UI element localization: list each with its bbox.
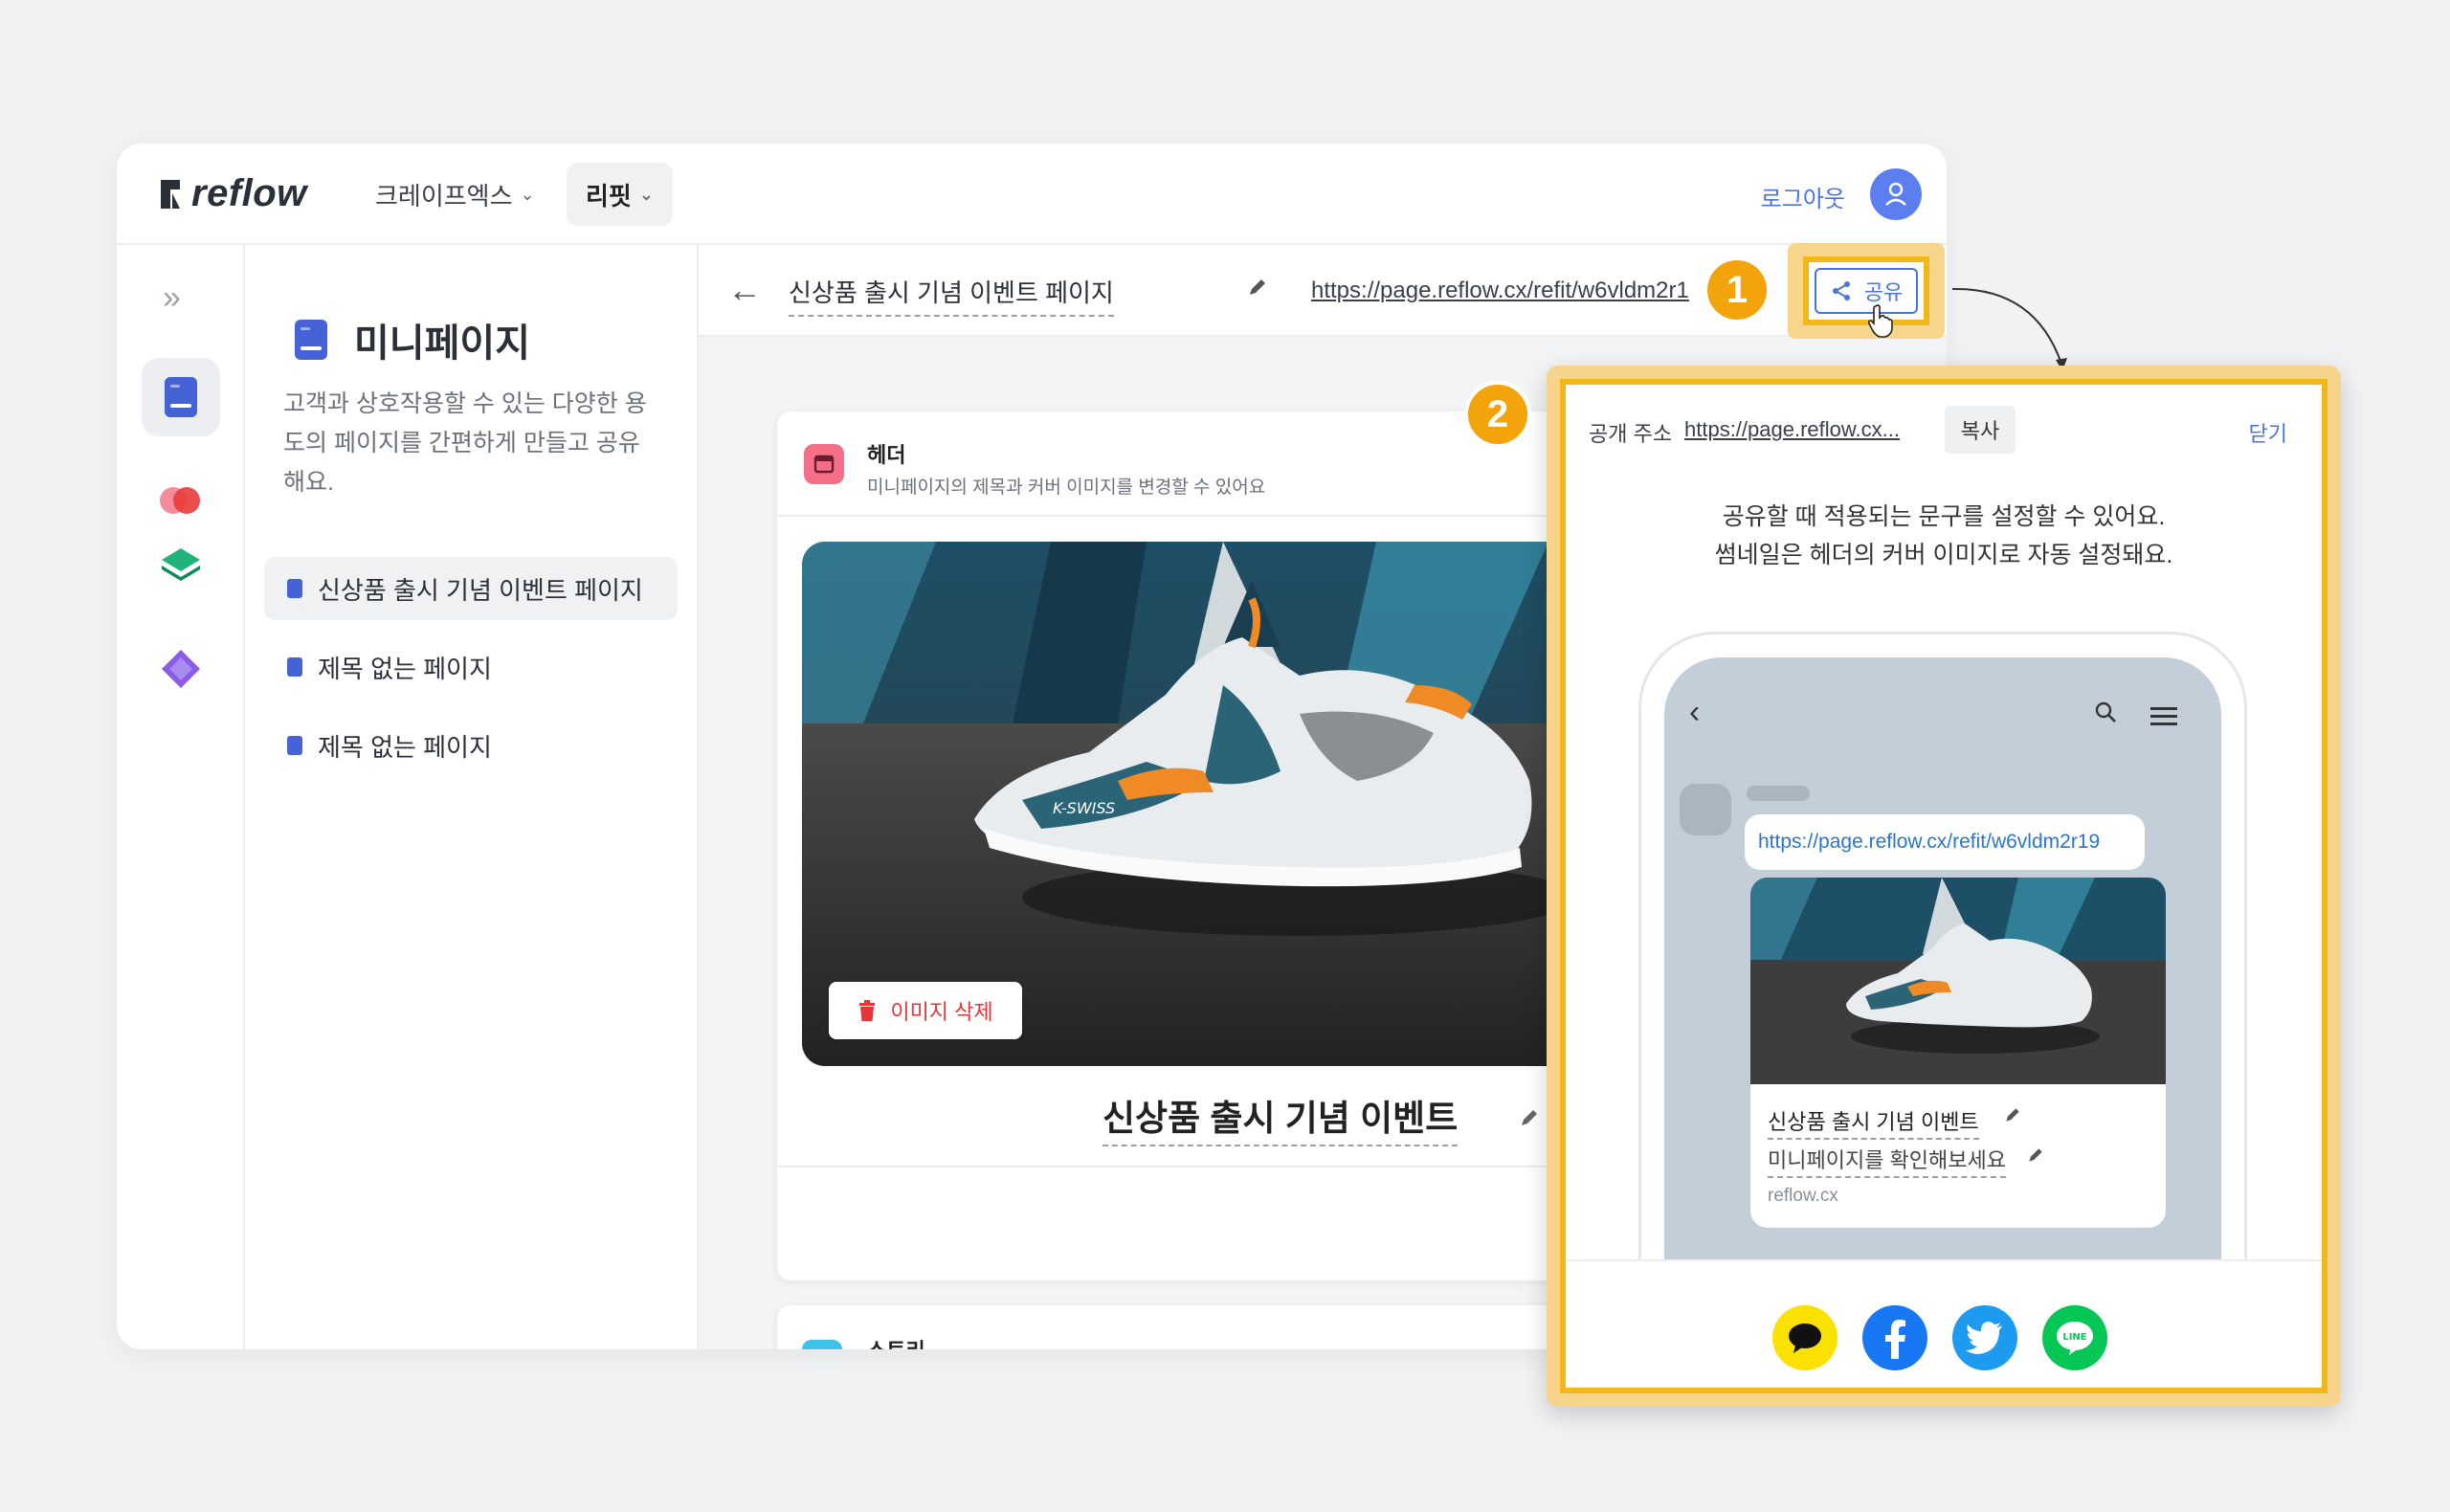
delete-image-label: 이미지 삭제 [890,1000,993,1024]
top-bar: reflow 크레이프엑스 ⌄ 리핏 ⌄ 로그아웃 [117,144,1947,245]
step-number: 2 [1486,392,1509,435]
user-icon [1885,182,1906,206]
line-share-button[interactable]: LINE [2042,1305,2107,1370]
overlap-circles-icon [160,487,200,514]
thumbnail-image [1750,878,2166,1084]
section-title: 스토리 [867,1334,925,1349]
close-button[interactable]: 닫기 [2249,417,2287,448]
panel-header: 미니페이지 [293,312,530,367]
delete-image-button[interactable]: 이미지 삭제 [829,982,1022,1039]
line-icon: LINE [2057,1322,2093,1355]
workspace-dropdown[interactable]: 크레이프엑스 ⌄ [356,163,554,226]
chevron-down-icon: ⌄ [638,184,654,204]
page-list-item-label: 신상품 출시 기념 이벤트 페이지 [318,575,643,605]
copy-button[interactable]: 복사 [1945,406,2016,454]
page-list-item[interactable]: 신상품 출시 기념 이벤트 페이지 [264,557,678,620]
trash-icon [859,1000,876,1021]
chat-name-placeholder [1747,786,1810,801]
brand-name: reflow [191,172,307,214]
page-list-item[interactable]: 제목 없는 페이지 [264,635,678,699]
page-list-item-label: 제목 없는 페이지 [318,732,492,762]
pencil-icon[interactable] [1246,276,1269,299]
hand-cursor-icon [1867,304,1893,338]
logout-link[interactable]: 로그아웃 [1761,180,1845,213]
menu-icon [2150,707,2177,725]
kakaotalk-share-button[interactable] [1772,1305,1838,1370]
window-icon [813,455,835,474]
icon-rail: » [117,245,245,1349]
side-panel: 미니페이지 고객과 상호작용할 수 있는 다양한 용도의 페이지를 간편하게 만… [245,245,699,1349]
book-icon [295,320,327,360]
share-icon [1832,281,1850,300]
layers-icon [162,548,200,581]
book-icon [287,579,302,598]
book-icon [165,377,197,417]
page-url-link[interactable]: https://page.reflow.cx/refit/w6vldm2r1 [1311,278,1689,304]
cover-title[interactable]: 신상품 출시 기념 이벤트 [1102,1089,1459,1146]
twitter-share-button[interactable] [1952,1305,2017,1370]
share-label: 공유 [1863,280,1904,304]
connector-arrow [1951,287,2067,371]
description-line: 공유할 때 적용되는 문구를 설정할 수 있어요. [1722,503,2166,530]
diamond-icon [162,650,200,688]
facebook-share-button[interactable] [1862,1305,1927,1370]
step-number: 1 [1726,268,1748,311]
chevron-left-icon: ‹ [1689,694,1701,730]
rail-item-layers[interactable] [142,524,220,603]
pencil-icon[interactable] [2026,1145,2045,1165]
story-section-icon [802,1340,842,1349]
panel-description: 고객과 상호작용할 수 있는 다양한 용도의 페이지를 간편하게 만들고 공유해… [283,390,647,496]
kakaotalk-icon [1789,1323,1821,1353]
pencil-icon[interactable] [2003,1105,2022,1124]
workspace-label: 크레이프엑스 [375,181,513,211]
preview-link[interactable]: https://page.reflow.cx/refit/w6vldm2r19 [1758,831,2100,854]
sns-share-bar: LINE [1566,1259,2322,1388]
public-address-label: 공개 주소 [1589,422,1673,446]
step-badge-1: 1 [1704,256,1771,323]
product-dropdown[interactable]: 리핏 ⌄ [567,163,673,226]
step-badge-2: 2 [1464,381,1531,448]
search-icon [2095,701,2116,723]
preview-domain: reflow.cx [1768,1186,1838,1206]
preview-description[interactable]: 미니페이지를 확인해보세요 [1768,1144,2006,1178]
share-popup: 공개 주소 https://page.reflow.cx... 복사 닫기 공유… [1560,379,2328,1393]
page-list-item[interactable]: 제목 없는 페이지 [264,714,678,777]
section-title: 헤더 [867,443,906,467]
facebook-icon [1885,1320,1905,1359]
product-label: 리핏 [586,181,632,211]
popup-description: 공유할 때 적용되는 문구를 설정할 수 있어요. 썸네일은 헤더의 커버 이미… [1566,498,2322,574]
logo[interactable]: reflow [157,172,307,215]
description-line: 썸네일은 헤더의 커버 이미지로 자동 설정돼요. [1714,542,2173,568]
rail-item-diamond[interactable] [142,630,220,708]
back-arrow-icon[interactable]: ← [727,270,762,310]
svg-text:LINE: LINE [2062,1332,2086,1343]
avatar[interactable] [1870,168,1922,220]
page-list-item-label: 제목 없는 페이지 [318,654,492,683]
book-icon [287,736,302,755]
panel-title: 미니페이지 [354,322,530,365]
link-preview-card: 신상품 출시 기념 이벤트 미니페이지를 확인해보세요 reflow.cx [1750,878,2166,1228]
section-subtitle: 미니페이지의 제목과 커버 이미지를 변경할 수 있어요 [867,478,1266,498]
phone-preview: ‹ https://page.reflow.cx/refit/w6vldm2r1… [1638,632,2247,1327]
phone-screen: ‹ https://page.reflow.cx/refit/w6vldm2r1… [1664,657,2221,1327]
twitter-icon [1966,1322,2002,1354]
header-section-icon [804,444,844,484]
book-icon [287,657,302,677]
reflow-logo-icon [161,179,180,209]
page-title[interactable]: 신상품 출시 기념 이벤트 페이지 [789,274,1114,317]
public-address-link[interactable]: https://page.reflow.cx... [1684,417,1926,442]
copy-label: 복사 [1960,419,2000,443]
svg-text:K-SWISS: K-SWISS [1053,799,1115,817]
rail-item-minipage[interactable] [142,358,220,436]
chat-link-bubble: https://page.reflow.cx/refit/w6vldm2r19 [1745,814,2145,870]
preview-title[interactable]: 신상품 출시 기념 이벤트 [1768,1105,1979,1140]
pencil-icon[interactable] [1518,1106,1541,1129]
chat-avatar [1680,784,1731,835]
expand-icon[interactable]: » [163,279,181,317]
chevron-down-icon: ⌄ [520,184,535,204]
